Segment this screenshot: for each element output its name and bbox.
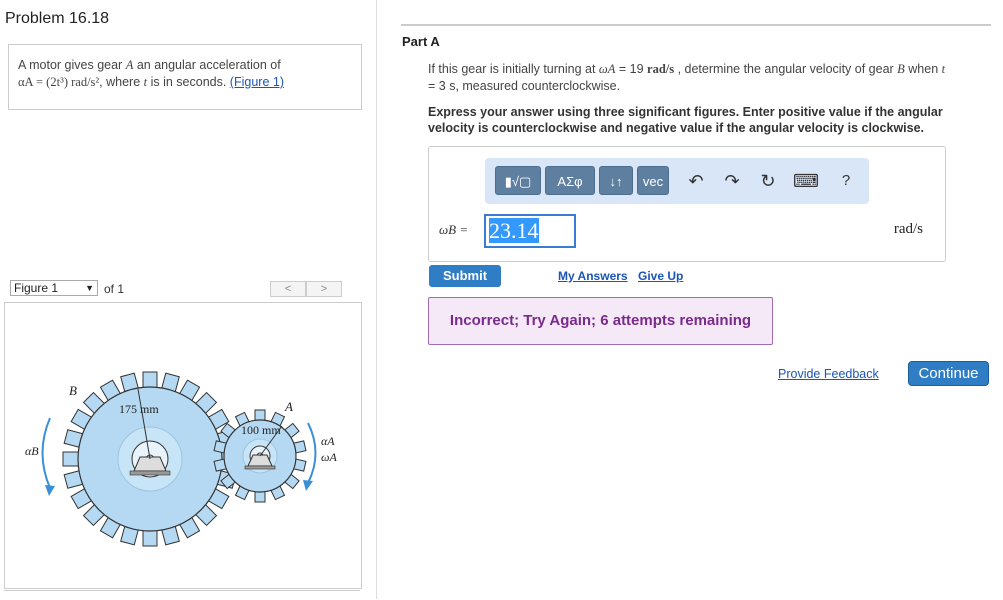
question-unit: rad/s [647,62,675,76]
answer-unit: rad/s [893,221,923,237]
math-toolbar: ▮√▢ ΑΣφ ↓↑ vec ↶ ↷ ↻ ⌨ ? [485,158,869,204]
alpha-a-label: αA [321,434,335,448]
question-text: If this gear is initially turning at [428,62,599,76]
arrowhead-icon [303,480,313,491]
greek-symbols-button[interactable]: ΑΣφ [545,166,595,195]
provide-feedback-link[interactable]: Provide Feedback [778,367,879,381]
problem-title: Problem 16.18 [5,10,110,27]
answer-value: 23.14 [489,218,539,243]
answer-input[interactable]: 23.14 [484,214,576,248]
figure-count: of 1 [104,282,125,296]
statement-text: A motor gives gear [18,58,126,72]
arrowhead-icon [45,485,55,496]
question-text: = 3 s, measured counterclockwise. [428,79,621,93]
part-title: Part A [402,34,440,49]
give-up-link[interactable]: Give Up [638,269,683,283]
figure-select-value: Figure 1 [14,281,59,295]
reset-icon[interactable]: ↻ [757,170,779,192]
time-var: t [941,62,946,76]
answer-panel: Part A If this gear is initially turning… [377,0,1003,599]
divider [401,24,991,26]
question-text: = 19 [615,62,648,76]
question-text: , determine the angular velocity of gear [674,62,898,76]
gear-diagram: B A 175 mm 100 mm αB αA ωA [25,371,337,547]
statement-text: an angular acceleration of [133,58,281,72]
statement-text: is in seconds. [147,75,230,89]
omega-a-var: ωA [598,62,616,76]
part-question: If this gear is initially turning at ωA … [428,61,998,95]
alpha-b-label: αB [25,444,39,458]
undo-icon[interactable]: ↶ [685,170,707,192]
prev-figure-button[interactable]: < [270,281,306,297]
acceleration-formula: αA = (2t³) rad/s² [18,75,100,89]
dropdown-arrow-icon: ▼ [85,283,94,293]
continue-button[interactable]: Continue [908,361,989,386]
gear-b-var: B [897,62,905,76]
radius-a-label: 100 mm [241,423,281,437]
problem-statement: A motor gives gear A an angular accelera… [8,44,362,110]
vector-button[interactable]: vec [637,166,669,195]
alpha-a-arrow [307,422,317,484]
figure-select[interactable]: Figure 1 ▼ [10,280,98,296]
templates-button[interactable]: ▮√▢ [495,166,541,195]
statement-text: , where [99,75,144,89]
figure-link[interactable]: (Figure 1) [230,75,284,89]
gear-b-label: B [69,383,77,398]
radius-b-label: 175 mm [119,402,159,416]
feedback-message: Incorrect; Try Again; 6 attempts remaini… [428,297,773,345]
answer-instruction: Express your answer using three signific… [428,105,943,135]
redo-icon[interactable]: ↷ [721,170,743,192]
figure-area: B A 175 mm 100 mm αB αA ωA [4,302,362,589]
answer-variable-label: ωB = [439,222,469,237]
gear-b [62,371,238,547]
question-text: when [904,62,942,76]
problem-panel: Problem 16.18 A motor gives gear A an an… [0,0,377,600]
my-answers-link[interactable]: My Answers [558,269,628,283]
omega-a-label: ωA [321,450,337,464]
figure-nav-bar: Figure 1 ▼ of 1 < > [8,278,360,300]
answer-box: ▮√▢ ΑΣφ ↓↑ vec ↶ ↷ ↻ ⌨ ? ωB = 23.14 rad/… [428,146,946,262]
next-figure-button[interactable]: > [306,281,342,297]
gear-a-label: A [284,399,293,414]
submit-button[interactable]: Submit [429,265,501,287]
subscript-superscript-button[interactable]: ↓↑ [599,166,633,195]
alpha-b-arrow [41,417,51,489]
help-icon[interactable]: ? [835,170,857,192]
keyboard-icon[interactable]: ⌨ [793,170,819,192]
